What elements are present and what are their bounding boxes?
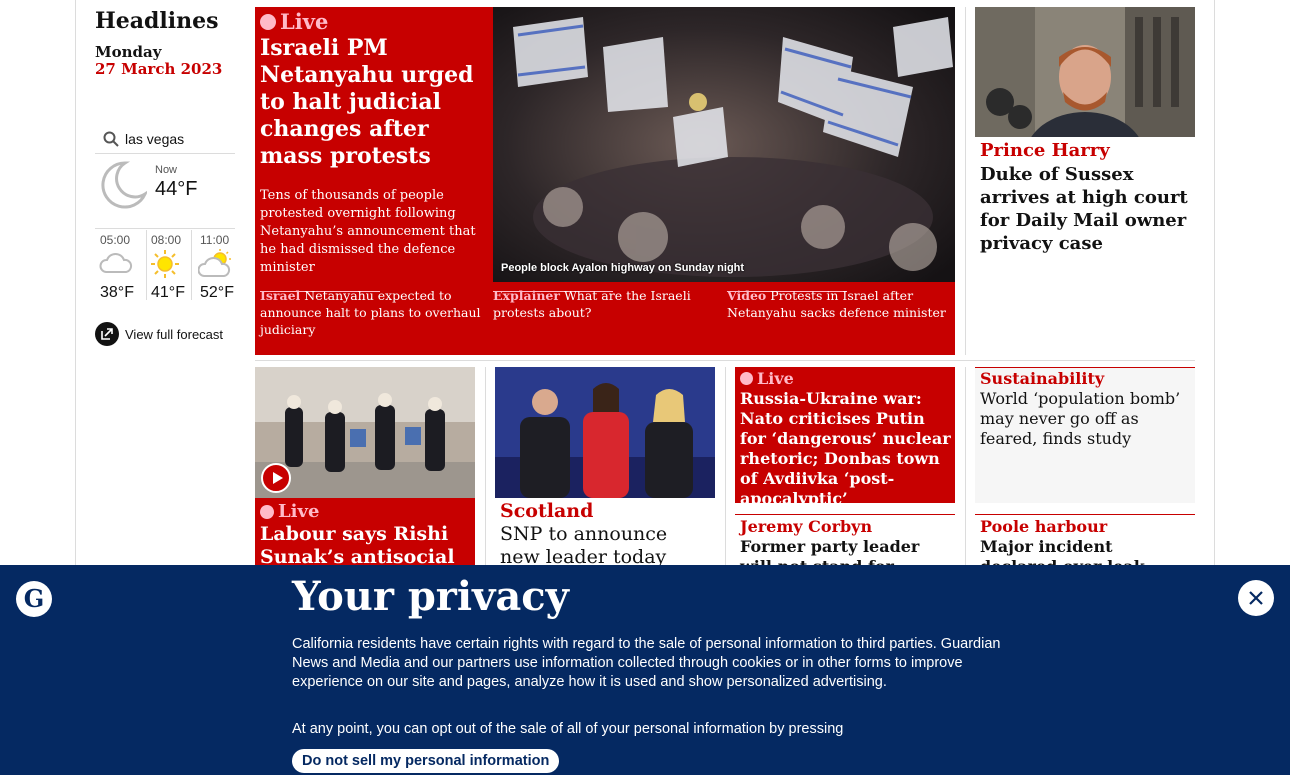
moon-icon [101,161,147,209]
snp-photo[interactable] [495,367,715,498]
snp-headline[interactable]: SNP to announce new leader today [500,523,712,569]
forecast-slot: 05:00 38°F [95,228,141,304]
sublink-explainer[interactable]: Explainer What are the Israeli protests … [493,287,715,321]
view-forecast-label: View full forecast [125,326,224,342]
sun-icon [151,250,179,278]
lead-standfirst: Tens of thousands of people protested ov… [260,188,476,275]
day-label: Monday [95,43,162,61]
sustainability-kicker[interactable]: Sustainability [980,369,1104,388]
live-label: Live [757,369,794,388]
forecast-slot: 08:00 41°F [146,228,192,304]
divider [965,367,966,567]
section-title: Headlines [95,8,219,34]
do-not-sell-button[interactable]: Do not sell my personal information [292,749,560,773]
current-weather: Now 44°F [95,160,235,210]
live-dot-icon [260,13,276,30]
divider [735,514,955,515]
forecast-time: 11:00 [200,233,230,247]
live-label: Live [280,9,329,34]
sublink-israel[interactable]: Israel Netanyahu expected to announce ha… [260,287,482,338]
lead-story-card[interactable]: Live Israeli PM Netanyahu urged to halt … [255,7,955,355]
close-button[interactable] [1238,580,1274,616]
view-forecast-link[interactable]: View full forecast [95,322,223,346]
sublink-kicker: Israel [260,288,301,303]
external-link-icon [95,322,119,346]
sublink-kicker: Video [727,288,767,303]
forecast-time: 08:00 [151,233,182,247]
snp-kicker[interactable]: Scotland [500,500,593,522]
ukraine-story-card[interactable]: Live Russia-Ukraine war: Nato criticises… [735,367,955,508]
divider [255,360,1195,361]
lead-headline[interactable]: Israeli PM Netanyahu urged to halt judic… [260,35,490,170]
divider [191,230,192,300]
live-dot-icon [740,372,753,385]
cloud-icon [99,253,133,273]
guardian-logo-icon: G [16,581,52,617]
forecast-slot: 11:00 52°F [195,228,241,304]
ukraine-headline[interactable]: Russia-Ukraine war: Nato criticises Puti… [740,389,952,509]
forecast-temp: 41°F [151,284,185,301]
divider [725,367,726,567]
lead-photo: People block Ayalon highway on Sunday ni… [493,7,955,282]
labour-story-card[interactable]: Live Labour says Rishi Sunak’s antisocia… [255,367,475,587]
live-badge: Live [260,501,319,522]
sustainability-headline[interactable]: World ‘population bomb’ may never go off… [980,389,1192,449]
divider [965,7,966,355]
sublink-video[interactable]: Video Protests in Israel after Netanyahu… [727,287,949,321]
privacy-title: Your privacy [292,573,569,620]
location-name: las vegas [125,131,185,147]
privacy-text: California residents have certain rights… [292,636,1001,690]
forecast-temp: 38°F [100,284,134,301]
close-icon [1249,591,1263,605]
harry-photo[interactable] [975,7,1195,137]
live-badge: Live [740,369,794,388]
divider [95,153,235,154]
divider [975,514,1195,515]
poole-kicker[interactable]: Poole harbour [980,517,1107,536]
live-label: Live [278,501,320,522]
sun-cloud-icon [198,249,231,277]
forecast-time: 05:00 [100,233,131,247]
divider [975,367,1195,368]
live-dot-icon [260,504,274,519]
now-temp: 44°F [155,178,198,200]
sublink-kicker: Explainer [493,288,560,303]
harry-kicker[interactable]: Prince Harry [980,140,1110,161]
labour-headline[interactable]: Labour says Rishi Sunak’s antisocial [260,523,472,569]
harry-headline[interactable]: Duke of Sussex arrives at high court for… [980,163,1192,255]
now-label: Now [155,164,178,176]
forecast-temp: 52°F [200,284,234,301]
live-badge: Live [260,9,328,34]
divider [485,367,486,567]
photo-caption: People block Ayalon highway on Sunday ni… [501,262,745,274]
privacy-banner: G Your privacy California residents have… [0,565,1290,775]
weather-location[interactable]: las vegas [103,125,235,153]
play-icon[interactable] [261,463,291,493]
search-icon [103,131,119,147]
date-label: 27 March 2023 [95,60,223,78]
privacy-text-optout: At any point, you can opt out of the sal… [292,721,844,737]
corbyn-kicker[interactable]: Jeremy Corbyn [740,517,872,536]
